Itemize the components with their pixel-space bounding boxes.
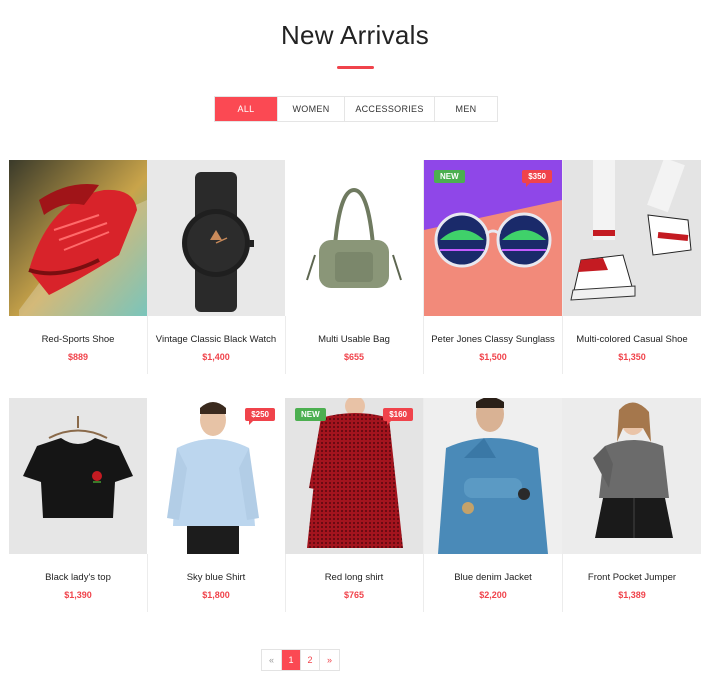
product-name[interactable]: Multi-colored Casual Shoe xyxy=(563,334,701,345)
pagination-page-1[interactable]: 1 xyxy=(282,650,301,670)
product-name[interactable]: Red long shirt xyxy=(285,572,423,583)
filter-tab-men[interactable]: MEN xyxy=(435,97,497,121)
product-price: $765 xyxy=(343,590,365,600)
product-price: $1,390 xyxy=(64,590,92,600)
product-image-sunglass[interactable]: NEW $350 xyxy=(424,160,562,316)
product-card[interactable]: Multi Usable Bag $655 xyxy=(285,160,424,374)
filter-tab-women[interactable]: WOMEN xyxy=(278,97,345,121)
section-title: New Arrivals xyxy=(280,20,430,50)
product-image-bag[interactable] xyxy=(285,160,423,316)
price-badge: $250 xyxy=(245,408,275,425)
product-name[interactable]: Blue denim Jacket xyxy=(424,572,562,583)
pagination-page-2[interactable]: 2 xyxy=(301,650,320,670)
new-badge: NEW xyxy=(434,170,465,183)
product-image-red-long-shirt[interactable]: NEW $160 xyxy=(285,398,423,554)
product-card[interactable]: Red-Sports Shoe $889 xyxy=(9,160,148,374)
product-name[interactable]: Peter Jones Classy Sunglass xyxy=(424,334,562,345)
product-name[interactable]: Red-Sports Shoe xyxy=(9,334,147,345)
product-image-front-pocket-jumper[interactable] xyxy=(563,398,701,554)
product-name[interactable]: Vintage Classic Black Watch xyxy=(147,334,285,345)
product-image-sky-blue-shirt[interactable]: $250 xyxy=(147,398,285,554)
price-badge: $350 xyxy=(522,170,552,187)
pagination: « 1 2 » xyxy=(261,649,340,671)
product-name[interactable]: Sky blue Shirt xyxy=(147,572,285,583)
product-image-denim-jacket[interactable] xyxy=(424,398,562,554)
product-price: $1,389 xyxy=(618,590,646,600)
product-card[interactable]: $250 Sky blue Shirt $1,800 xyxy=(147,398,286,612)
product-card[interactable]: NEW $350 Peter Jones Classy Sunglass $1,… xyxy=(424,160,563,374)
product-price: $889 xyxy=(67,352,89,362)
pagination-prev-button[interactable]: « xyxy=(262,650,282,670)
product-price: $655 xyxy=(343,352,365,362)
filter-tab-accessories[interactable]: ACCESSORIES xyxy=(345,97,435,121)
filter-tab-all[interactable]: ALL xyxy=(215,97,278,121)
product-image-black-watch[interactable] xyxy=(147,160,285,316)
product-price: $1,500 xyxy=(479,352,507,362)
product-price: $2,200 xyxy=(479,590,507,600)
product-name[interactable]: Front Pocket Jumper xyxy=(563,572,701,583)
new-badge: NEW xyxy=(295,408,326,421)
category-filter-tabs: ALL WOMEN ACCESSORIES MEN xyxy=(214,96,498,122)
product-card[interactable]: NEW $160 Red long shirt $765 xyxy=(285,398,424,612)
pagination-next-button[interactable]: » xyxy=(320,650,339,670)
product-image-casual-shoe[interactable] xyxy=(563,160,701,316)
product-price: $1,400 xyxy=(202,352,230,362)
product-card[interactable]: Blue denim Jacket $2,200 xyxy=(424,398,563,612)
product-price: $1,800 xyxy=(202,590,230,600)
product-card[interactable]: Front Pocket Jumper $1,389 xyxy=(563,398,701,612)
product-card[interactable]: Black lady's top $1,390 xyxy=(9,398,148,612)
product-price: $1,350 xyxy=(618,352,646,362)
product-image-black-top[interactable] xyxy=(9,398,147,554)
product-card[interactable]: Multi-colored Casual Shoe $1,350 xyxy=(563,160,701,374)
product-image-red-sports-shoe[interactable] xyxy=(9,160,147,316)
price-badge: $160 xyxy=(383,408,413,425)
product-card[interactable]: Vintage Classic Black Watch $1,400 xyxy=(147,160,286,374)
product-name[interactable]: Black lady's top xyxy=(9,572,147,583)
product-name[interactable]: Multi Usable Bag xyxy=(285,334,423,345)
title-underline xyxy=(337,66,374,69)
